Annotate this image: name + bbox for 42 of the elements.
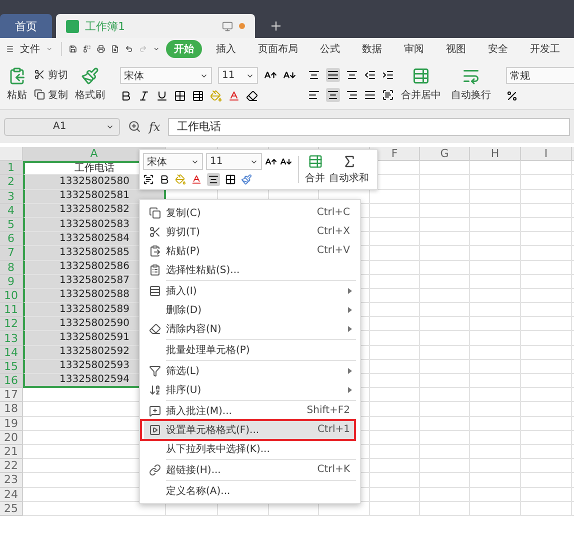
row-header[interactable]: 19 (0, 416, 23, 431)
font-size-select[interactable]: 11 (218, 67, 258, 84)
font-select[interactable]: 宋体 (120, 67, 212, 84)
ribbon-tab[interactable]: 审阅 (396, 40, 432, 58)
font-size-select[interactable]: 11 (206, 153, 262, 170)
ribbon-tab[interactable]: 公式 (312, 40, 348, 58)
menu-item[interactable]: 超链接(H)... Ctrl+K (144, 460, 356, 481)
ribbon-tab[interactable]: 插入 (208, 40, 244, 58)
menu-item[interactable]: 定义名称(A)... (144, 481, 356, 500)
function-button[interactable]: fx (149, 120, 160, 134)
row-header[interactable]: 25 (0, 502, 23, 516)
menu-item[interactable]: 从下拉列表中选择(K)... (144, 439, 356, 460)
file-menu[interactable]: 文件 (20, 42, 40, 56)
paste-button[interactable]: 粘贴 (4, 62, 30, 107)
ribbon-tab[interactable]: 开发工 (522, 40, 568, 58)
number-format-select[interactable]: 常规 (506, 67, 574, 84)
row-header[interactable]: 24 (0, 488, 23, 502)
format-painter-button[interactable]: 格式刷 (72, 62, 108, 107)
autosum-button[interactable]: 自动求和 (329, 152, 369, 187)
column-header[interactable]: G (420, 147, 470, 162)
row-header[interactable]: 18 (0, 402, 23, 417)
row-header[interactable]: 22 (0, 459, 23, 474)
ribbon-tab[interactable]: 安全 (480, 40, 516, 58)
merge-center-button[interactable]: 合并居中 (398, 62, 444, 107)
column-header[interactable]: H (470, 147, 521, 162)
menu-item[interactable]: 插入批注(M)... Shift+F2 (144, 401, 356, 420)
merge-button[interactable]: 合并 (305, 152, 325, 187)
row-header[interactable]: 21 (0, 444, 23, 460)
document-tab[interactable]: 首页 (0, 14, 52, 38)
row-header[interactable]: 20 (0, 430, 23, 445)
cut-button[interactable]: 剪切 (34, 68, 68, 82)
row-header[interactable]: 17 (0, 388, 23, 402)
name-box[interactable]: A1 (4, 118, 120, 136)
formula-field[interactable]: 工作电话 (168, 118, 570, 136)
row-header[interactable]: 23 (0, 473, 23, 488)
copy-button[interactable]: 复制 (34, 88, 68, 102)
ribbon-tab[interactable]: 页面布局 (250, 40, 306, 58)
wrap-text-button[interactable]: 自动换行 (448, 62, 494, 107)
font-select[interactable]: 宋体 (143, 153, 203, 170)
column-header[interactable]: I (521, 147, 572, 162)
ribbon-tab[interactable]: 视图 (438, 40, 474, 58)
ribbon-tab[interactable]: 数据 (354, 40, 390, 58)
